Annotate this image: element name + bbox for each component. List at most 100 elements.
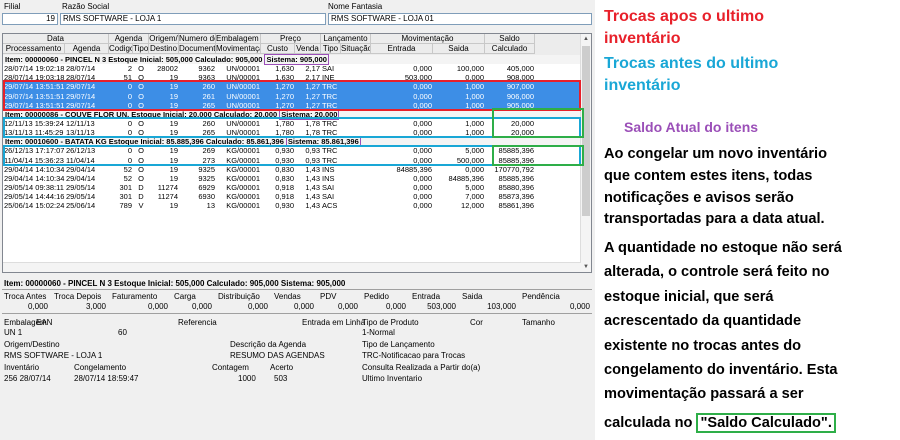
table-cell: 0,930	[275, 155, 294, 165]
table-row[interactable]: 29/04/14 14:10:34 29/04/14 52 O 19 9325 KG/000…	[3, 165, 581, 174]
table-row[interactable]: 29/05/14 09:38:11 29/05/14 301 D 11274 6929 KG…	[3, 183, 581, 192]
table-row[interactable]: 29/07/14 13:51:51 29/07/14 0 O 19 260 UN/00001…	[3, 82, 581, 92]
detail-field-label: Descrição da Agenda	[230, 340, 307, 349]
detail-field-label: Contagem	[212, 363, 249, 372]
detail-field-value[interactable]: 1000	[238, 374, 256, 383]
horizontal-scrollbar[interactable]	[3, 262, 581, 272]
table-cell: 29/07/14 13:51:51	[4, 91, 65, 101]
table-cell: 2	[127, 64, 132, 74]
item-group-header: Item: 00000060 - PINCEL N 3 Estoque Inic…	[5, 55, 263, 64]
grid-group-header: Embalagem de	[216, 34, 261, 44]
table-cell: 1,27	[305, 82, 320, 92]
table-cell: 301	[119, 182, 132, 192]
table-cell: 19	[169, 91, 178, 101]
table-cell: KG/00001	[226, 182, 260, 192]
table-cell: 789	[119, 201, 132, 211]
table-row[interactable]: 11/04/14 15:36:23 11/04/14 0 O 19 273 KG/00001…	[3, 156, 581, 165]
detail-field-value[interactable]: Ultimo Inventario	[362, 374, 422, 383]
grid-column-header[interactable]: Custo	[261, 44, 295, 54]
detail-field-value[interactable]: 1-Normal	[362, 328, 395, 337]
table-cell: 29/07/14 13:51:51	[4, 82, 65, 92]
note-paragraph2-line: A quantidade no estoque não será	[604, 240, 842, 256]
table-cell: 1,43	[305, 173, 320, 183]
table-cell: 9362	[198, 64, 215, 74]
table-row[interactable]: 26/12/13 17:17:07 26/12/13 0 O 19 269 KG/00001…	[3, 146, 581, 155]
detail-field-value[interactable]: 28/07/14 18:59:47	[74, 374, 139, 383]
table-cell: SAI	[322, 192, 335, 202]
item-group-row[interactable]: Item: 00000086 - COUVE FLOR UN. Estoque …	[3, 108, 581, 120]
detail-field-label: Tipo de Produto	[362, 318, 419, 327]
table-cell: 0	[127, 146, 132, 156]
divider	[2, 289, 592, 290]
table-cell: 52	[123, 173, 132, 183]
table-cell: 29/04/14	[66, 173, 96, 183]
detail-field-label: Tipo de Lançamento	[362, 340, 435, 349]
table-cell: TRC	[322, 91, 338, 101]
table-cell: 19	[169, 173, 178, 183]
detail-field-value[interactable]: 503	[274, 374, 287, 383]
table-cell: 26/12/13	[66, 146, 96, 156]
scroll-up-icon[interactable]: ▲	[581, 34, 591, 44]
grid-column-header[interactable]: Calculado	[485, 44, 535, 54]
table-cell: SAI	[322, 64, 335, 74]
movement-grid[interactable]: DataAgendaOrigem/Numero doEmbalagem dePr…	[2, 33, 592, 273]
table-cell: 0,830	[275, 164, 294, 174]
grid-group-header: Movimentação	[371, 34, 485, 44]
movement-value: 0,000	[385, 302, 406, 311]
grid-column-header[interactable]: Processamento	[3, 44, 65, 54]
table-cell	[341, 183, 371, 192]
movement-label: Troca Depois	[54, 292, 102, 301]
grid-header: DataAgendaOrigem/Numero doEmbalagem dePr…	[3, 34, 581, 55]
movement-label: Pedido	[364, 292, 389, 301]
grid-column-header[interactable]: Tipo	[321, 44, 341, 54]
table-cell	[341, 92, 371, 101]
nome-fantasia-field[interactable]: RMS SOFTWARE - LOJA 01	[328, 13, 592, 25]
table-cell: 7,000	[465, 192, 484, 202]
razao-social-field[interactable]: RMS SOFTWARE - LOJA 1	[60, 13, 326, 25]
note-trocas-apos-line2: inventário	[604, 30, 681, 47]
movement-value: 0,000	[27, 302, 48, 311]
item-group-row[interactable]: Item: 00010600 - BATATA KG Estoque Inici…	[3, 136, 581, 148]
detail-field-value[interactable]: 256 28/07/14	[4, 374, 51, 383]
grid-column-header[interactable]: Destino	[149, 44, 179, 54]
table-cell: 28002	[157, 64, 178, 74]
table-cell: UN/00001	[226, 91, 260, 101]
detail-field-value[interactable]: RMS SOFTWARE - LOJA 1	[4, 351, 102, 360]
movement-label: Distribuição	[218, 292, 260, 301]
table-row[interactable]: 29/04/14 14:10:34 29/04/14 52 O 19 9325 KG/000…	[3, 174, 581, 183]
note-paragraph2-line: movimentação passará a ser	[604, 386, 804, 403]
table-row[interactable]: 28/07/14 19:03:18 28/07/14 51 O 19 9363 UN/000…	[3, 73, 581, 82]
table-row[interactable]: 25/06/14 15:02:24 25/06/14 789 V 19 13 KG/0000…	[3, 201, 581, 210]
grid-column-header[interactable]: Tipo	[133, 44, 149, 54]
filial-field[interactable]: 19	[2, 13, 58, 25]
table-cell: 25/06/14	[66, 201, 96, 211]
detail-field-value[interactable]: RESUMO DAS AGENDAS	[230, 351, 325, 360]
vertical-scrollbar[interactable]: ▲ ▼	[580, 34, 591, 272]
scroll-thumb[interactable]	[582, 46, 590, 216]
detail-field-value[interactable]: 60	[118, 328, 127, 337]
detail-field-label: Origem/Destino	[4, 340, 60, 349]
grid-column-header[interactable]: Agenda	[65, 44, 109, 54]
item-group-row[interactable]: Item: 00000060 - PINCEL N 3 Estoque Inic…	[3, 54, 581, 65]
note-trocas-antes-line1: Trocas antes do ultimo	[604, 55, 779, 72]
grid-column-header[interactable]: Situação	[341, 44, 371, 54]
table-row[interactable]: 29/07/14 13:51:51 29/07/14 0 O 19 261 UN/00001…	[3, 91, 581, 101]
table-cell: 1,270	[275, 91, 294, 101]
grid-column-header[interactable]: Documento	[179, 44, 216, 54]
grid-column-header[interactable]: Venda	[295, 44, 321, 54]
table-row[interactable]: 28/07/14 19:02:18 28/07/14 2 O 28002 9362 UN/0…	[3, 64, 581, 73]
table-cell: O	[138, 173, 144, 183]
grid-column-header[interactable]: Codigo	[109, 44, 133, 54]
table-cell: 19	[169, 100, 178, 110]
table-row[interactable]: 12/11/13 15:39:24 12/11/13 0 O 19 260 UN/00001…	[3, 119, 581, 128]
detail-field-value[interactable]: UN 1	[4, 328, 22, 337]
scroll-down-icon[interactable]: ▼	[581, 262, 591, 272]
grid-column-header[interactable]: Saida	[433, 44, 485, 54]
detail-field-value[interactable]: TRC-Notificacao para Trocas	[362, 351, 465, 360]
filial-label: Filial	[4, 2, 21, 11]
table-row[interactable]: 29/05/14 14:44:16 29/05/14 301 D 11274 6930 KG…	[3, 192, 581, 201]
grid-column-header[interactable]: Entrada	[371, 44, 433, 54]
table-cell: 85885,396	[498, 146, 534, 156]
grid-column-header[interactable]: Movimentação	[216, 44, 261, 54]
grid-group-header: Data	[3, 34, 109, 44]
